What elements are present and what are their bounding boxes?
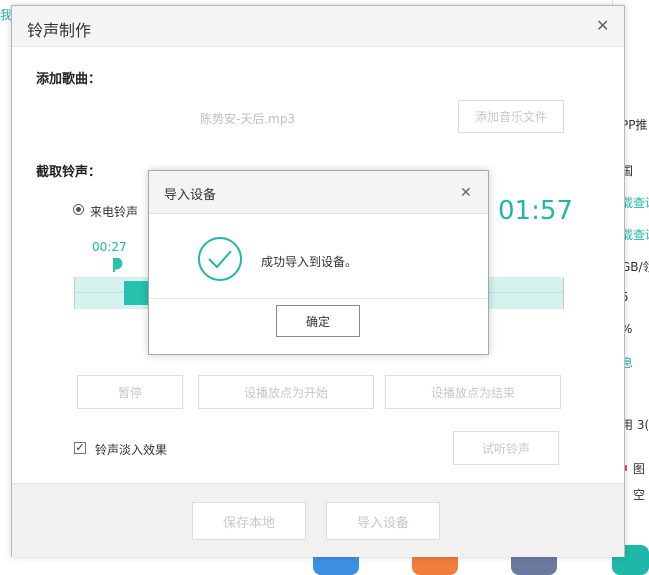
set-start-button[interactable]: 设播放点为开始 bbox=[198, 375, 374, 409]
set-end-button[interactable]: 设播放点为结束 bbox=[385, 375, 561, 409]
add-music-file-button[interactable]: 添加音乐文件 bbox=[458, 100, 564, 133]
ok-button[interactable]: 确定 bbox=[276, 305, 360, 337]
background-label: 空 bbox=[633, 488, 646, 502]
preview-ringtone-button[interactable]: 试听铃声 bbox=[453, 431, 559, 465]
fade-in-checkbox-label: 铃声淡入效果 bbox=[95, 443, 168, 457]
dialog-title: 铃声制作 bbox=[27, 21, 92, 40]
playhead-marker-icon[interactable] bbox=[112, 258, 124, 272]
pause-button[interactable]: 暂停 bbox=[77, 375, 183, 409]
add-song-label: 添加歌曲： bbox=[36, 72, 102, 87]
background-label: GB/领 bbox=[621, 260, 649, 274]
dialog-footer: 保存本地 导入设备 bbox=[12, 483, 624, 557]
import-success-popup: 导入设备 ✕ 成功导入到设备。 确定 bbox=[148, 170, 489, 355]
background-label: 图 bbox=[633, 462, 646, 476]
total-duration: 01:57 bbox=[498, 196, 573, 226]
marker-time: 00:27 bbox=[92, 240, 127, 254]
popup-title: 导入设备 bbox=[164, 188, 217, 203]
background-label: 用 3( bbox=[621, 418, 649, 432]
close-icon[interactable]: ✕ bbox=[596, 18, 609, 34]
incoming-call-radio-label: 来电铃声 bbox=[90, 205, 139, 219]
clip-ringtone-label: 截取铃声： bbox=[36, 165, 102, 180]
fade-in-checkbox[interactable]: ✓ bbox=[74, 442, 86, 454]
check-circle-icon bbox=[198, 237, 242, 281]
popup-titlebar: 导入设备 ✕ bbox=[149, 171, 488, 214]
background-link[interactable]: 载查询 bbox=[621, 194, 649, 211]
popup-message: 成功导入到设备。 bbox=[261, 255, 358, 269]
dialog-titlebar: 铃声制作 ✕ bbox=[12, 6, 624, 47]
popup-divider bbox=[149, 298, 488, 299]
track-selection[interactable] bbox=[124, 281, 150, 305]
incoming-call-radio[interactable] bbox=[73, 204, 84, 215]
import-device-button[interactable]: 导入设备 bbox=[326, 502, 440, 540]
background-link[interactable]: 载查询 bbox=[621, 226, 649, 243]
song-filename: 陈势安-天后.mp3 bbox=[200, 112, 296, 126]
save-local-button[interactable]: 保存本地 bbox=[192, 502, 306, 540]
popup-close-icon[interactable]: ✕ bbox=[460, 185, 472, 201]
